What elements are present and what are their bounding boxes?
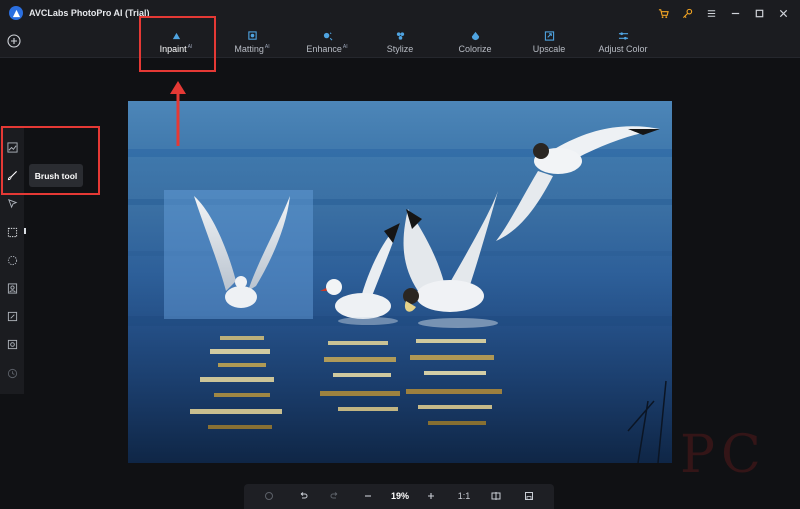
maximize-icon[interactable] [752, 6, 766, 20]
ai-badge: AI [264, 43, 270, 50]
rect-select-icon[interactable] [5, 225, 19, 239]
auto-select-icon[interactable] [5, 309, 19, 323]
close-icon[interactable] [776, 6, 790, 20]
lasso-select-icon[interactable] [5, 253, 19, 267]
tab-adjust-color[interactable]: Adjust Color [597, 26, 649, 58]
key-icon[interactable] [680, 6, 694, 20]
redo-icon[interactable] [328, 489, 342, 503]
enhance-icon [323, 31, 332, 40]
tab-upscale[interactable]: Upscale [530, 26, 568, 58]
zoom-percent: 19% [390, 491, 409, 501]
tab-stylize-label: Stylize [386, 43, 414, 54]
main-toolbar: InpaintAI MattingAI EnhanceAI Stylize Co… [0, 26, 800, 58]
stylize-icon [396, 31, 404, 40]
tab-upscale-label: Upscale [532, 43, 566, 54]
title-bar: AVCLabs PhotoPro AI (Trial) [0, 0, 800, 26]
upscale-icon [544, 30, 554, 41]
tab-colorize[interactable]: Colorize [455, 26, 495, 58]
reset-icon[interactable] [262, 489, 276, 503]
watermark-logo: PC [680, 425, 767, 485]
brush-highlight-box [1, 126, 100, 195]
annotation-arrow-icon [170, 81, 186, 146]
active-tool-indicator [24, 228, 26, 234]
colorize-icon [471, 31, 479, 40]
app-title: AVCLabs PhotoPro AI (Trial) [29, 8, 150, 18]
tab-colorize-label: Colorize [458, 43, 492, 54]
menu-icon[interactable] [704, 6, 718, 20]
tab-stylize[interactable]: Stylize [382, 26, 418, 58]
zoom-in-icon[interactable] [424, 489, 438, 503]
minimize-icon[interactable] [728, 6, 742, 20]
tab-adjust-color-label: Adjust Color [598, 43, 648, 54]
matting-icon [247, 30, 257, 40]
object-select-icon[interactable] [5, 337, 19, 351]
cart-icon[interactable] [656, 6, 670, 20]
history-icon[interactable] [5, 366, 19, 380]
inpaint-highlight-box [139, 16, 216, 72]
actual-size-button[interactable]: 1:1 [454, 489, 474, 503]
photo-canvas[interactable] [128, 101, 672, 463]
seagulls-photo [128, 126, 672, 463]
add-icon[interactable] [7, 34, 21, 48]
tab-matting[interactable]: MattingAI [228, 26, 276, 58]
zoom-out-icon[interactable] [361, 489, 375, 503]
undo-icon[interactable] [296, 489, 310, 503]
tab-matting-label: Matting [234, 43, 264, 54]
adjust-color-icon [618, 31, 628, 40]
tab-enhance[interactable]: EnhanceAI [302, 26, 352, 58]
pointer-icon[interactable] [5, 196, 19, 210]
portrait-icon[interactable] [5, 281, 19, 295]
tab-enhance-label: Enhance [306, 43, 342, 54]
zoom-toolbar: 19% 1:1 [244, 484, 554, 509]
compare-icon[interactable] [489, 489, 503, 503]
save-icon[interactable] [522, 489, 536, 503]
app-logo-icon [9, 6, 23, 20]
ai-badge: AI [342, 43, 348, 50]
